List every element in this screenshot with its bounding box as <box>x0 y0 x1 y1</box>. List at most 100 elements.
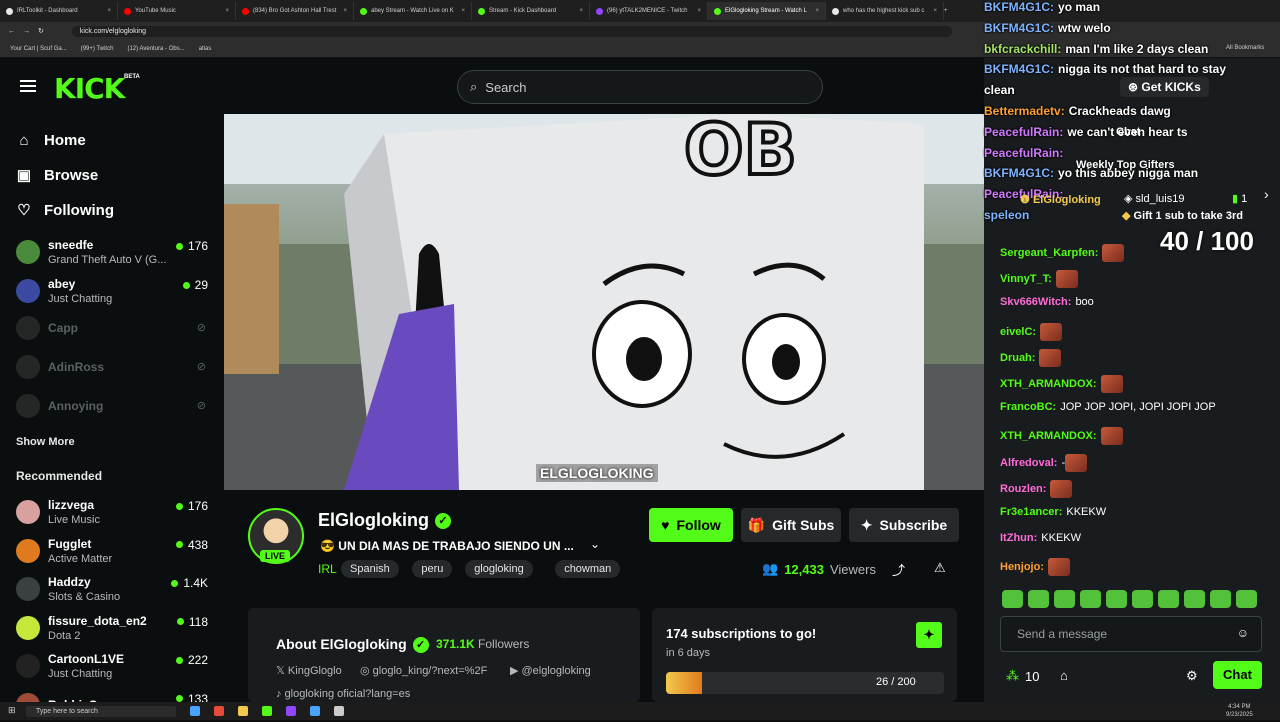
stream-tag[interactable]: chowman <box>555 560 621 578</box>
tab-close-icon[interactable]: × <box>815 8 819 14</box>
browser-tab[interactable]: abey Stream - Watch Live on K × <box>354 2 472 20</box>
share-icon[interactable]: ⤴ <box>892 560 905 579</box>
chat-username[interactable]: XTH_ARMANDOX: <box>1000 378 1097 390</box>
browser-tab[interactable]: IRLToolkit - Dashboard × <box>0 2 118 20</box>
settings-icon[interactable]: ⚙ <box>1186 668 1198 684</box>
menu-icon[interactable] <box>20 80 36 92</box>
back-icon[interactable]: ← <box>8 28 15 35</box>
chat-username[interactable]: FrancoBC: <box>1000 401 1056 413</box>
video-player[interactable]: OB ELGLOGLOKING <box>224 114 984 490</box>
store-icon[interactable]: ⌂ <box>1060 668 1068 683</box>
chat-username[interactable]: Fr3e1ancer: <box>1000 506 1062 518</box>
chevron-right-icon[interactable]: › <box>1264 186 1269 202</box>
browser-tab[interactable]: YouTube Music × <box>118 2 236 20</box>
bookmark-item[interactable]: (12) Aventura - Obs... <box>127 46 184 52</box>
taskbar-app-icon[interactable] <box>190 706 200 716</box>
tab-close-icon[interactable]: × <box>343 8 347 14</box>
emoji-icon[interactable]: ☺ <box>1237 626 1249 640</box>
forward-icon[interactable]: → <box>23 28 30 35</box>
emote-icon[interactable] <box>1028 590 1049 608</box>
x-social-link[interactable]: 𝕏 KingGloglo <box>276 664 342 677</box>
stream-tag[interactable]: peru <box>412 560 453 578</box>
chat-username[interactable]: ItZhun: <box>1000 532 1037 544</box>
report-icon[interactable]: ⚠ <box>934 560 946 576</box>
follow-button[interactable]: ♥ Follow <box>649 508 733 542</box>
tab-close-icon[interactable]: × <box>697 8 701 14</box>
sidebar-item-following[interactable]: ♡ Following <box>16 202 114 219</box>
sidebar-item-home[interactable]: ⌂ Home <box>16 132 85 149</box>
emote-icon[interactable] <box>1106 590 1127 608</box>
emote-icon[interactable] <box>1236 590 1257 608</box>
browser-tab[interactable]: who has the highest kick sub c × <box>826 2 944 20</box>
emote-icon[interactable] <box>1002 590 1023 608</box>
chat-username[interactable]: VinnyT_T: <box>1000 273 1052 285</box>
channel-item-offline[interactable]: AdinRoss ⊘ <box>16 350 212 384</box>
channel-item[interactable]: sneedfe Grand Theft Auto V (G... 176 <box>16 235 212 269</box>
bookmark-item[interactable]: atlas <box>199 46 212 52</box>
all-bookmarks-link[interactable]: All Bookmarks <box>1226 45 1264 51</box>
channel-item[interactable]: CartoonL1VE Just Chatting 222 <box>16 649 212 683</box>
chat-username[interactable]: Sergeant_Karpfen: <box>1000 247 1098 259</box>
subscribe-button[interactable]: ✦ Subscribe <box>849 508 959 542</box>
bookmark-item[interactable]: Your Cart | Scuf Ga... <box>10 46 67 52</box>
chat-username[interactable]: Rouzlen: <box>1000 483 1046 495</box>
url-field[interactable]: kick.com/elglogloking <box>71 25 952 37</box>
chat-username[interactable]: Henjojo: <box>1000 561 1044 573</box>
new-tab-icon[interactable]: + <box>944 8 948 14</box>
kick-logo[interactable]: KICK <box>54 72 125 105</box>
search-input[interactable]: ⌕ Search <box>457 70 823 104</box>
channel-item[interactable]: Fugglet Active Matter 438 <box>16 534 212 568</box>
taskbar-app-icon[interactable] <box>334 706 344 716</box>
emote-icon[interactable] <box>1132 590 1153 608</box>
channel-item-offline[interactable]: Capp ⊘ <box>16 311 212 345</box>
browser-tab[interactable]: (96) ytTALK2MENICE - Twitch × <box>590 2 708 20</box>
tiktok-social-link[interactable]: ♪ glogloking oficial?lang=es <box>276 688 410 700</box>
chat-username[interactable]: XTH_ARMANDOX: <box>1000 430 1097 442</box>
tab-close-icon[interactable]: × <box>225 8 229 14</box>
streamer-name[interactable]: ElGlogloking ✓ <box>318 510 451 531</box>
stream-tag[interactable]: Spanish <box>341 560 399 578</box>
taskbar-search[interactable]: Type here to search <box>26 705 176 717</box>
show-more-button[interactable]: Show More <box>16 436 75 448</box>
sidebar-item-browse[interactable]: ▣ Browse <box>16 167 98 184</box>
taskbar-app-icon[interactable] <box>310 706 320 716</box>
chat-username[interactable]: Skv666Witch: <box>1000 296 1071 308</box>
tab-close-icon[interactable]: × <box>933 8 937 14</box>
taskbar-app-icon[interactable] <box>214 706 224 716</box>
chat-username[interactable]: Alfredoval: <box>1000 457 1057 469</box>
windows-icon[interactable]: ⊞ <box>8 705 16 716</box>
get-kicks-button[interactable]: ⊛ Get KICKs <box>1120 77 1209 97</box>
send-chat-button[interactable]: Chat <box>1213 661 1262 689</box>
channel-item[interactable]: abey Just Chatting 29 <box>16 274 212 308</box>
browser-tab[interactable]: Stream - Kick Dashboard × <box>472 2 590 20</box>
browser-tab[interactable]: (834) Bro Got Ashton Hall Trest × <box>236 2 354 20</box>
emote-icon[interactable] <box>1054 590 1075 608</box>
kicks-balance[interactable]: ⁂ 10 <box>1006 668 1039 684</box>
taskbar-app-icon[interactable] <box>286 706 296 716</box>
chat-username[interactable]: eivelC: <box>1000 326 1036 338</box>
tab-close-icon[interactable]: × <box>579 8 583 14</box>
emote-icon[interactable] <box>1158 590 1179 608</box>
stream-category[interactable]: IRL <box>318 562 337 576</box>
goal-gift-button[interactable]: ✦ <box>916 622 942 648</box>
chevron-down-icon[interactable]: ⌄ <box>590 537 600 551</box>
stream-tag[interactable]: glogloking <box>465 560 533 578</box>
youtube-social-link[interactable]: ▶ @elglogloking <box>510 664 591 677</box>
chat-username[interactable]: Druah: <box>1000 352 1035 364</box>
channel-item[interactable]: lizzvega Live Music 176 <box>16 495 212 529</box>
tab-close-icon[interactable]: × <box>461 8 465 14</box>
channel-item-offline[interactable]: Annoying ⊘ <box>16 389 212 423</box>
instagram-social-link[interactable]: ◎ gloglo_king/?next=%2F <box>360 664 487 677</box>
emote-icon[interactable] <box>1080 590 1101 608</box>
emote-icon[interactable] <box>1210 590 1231 608</box>
reload-icon[interactable]: ↻ <box>38 27 44 35</box>
channel-item[interactable]: fissure_dota_en2 Dota 2 118 <box>16 611 212 645</box>
bookmark-item[interactable]: (99+) Twitch <box>81 46 114 52</box>
chat-message-input[interactable]: Send a message ☺ <box>1000 616 1262 652</box>
channel-item[interactable]: Haddzy Slots & Casino 1.4K <box>16 572 212 606</box>
taskbar-app-icon[interactable] <box>238 706 248 716</box>
browser-tab[interactable]: ElGlogloking Stream - Watch L × <box>708 2 826 20</box>
gift-subs-button[interactable]: 🎁 Gift Subs <box>741 508 841 542</box>
taskbar-app-icon[interactable] <box>262 706 272 716</box>
emote-icon[interactable] <box>1184 590 1205 608</box>
